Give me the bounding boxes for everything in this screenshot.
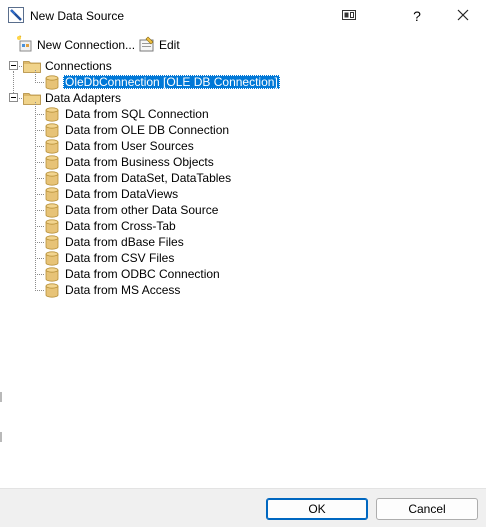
tree-child-node[interactable]: Data from DataViews	[1, 186, 481, 202]
tree-connector	[35, 178, 44, 179]
tree-connector	[35, 290, 44, 291]
tree-connector	[35, 258, 44, 259]
tree-connector	[35, 130, 44, 131]
cancel-button[interactable]: Cancel	[376, 498, 478, 520]
restore-window-icon	[342, 9, 356, 23]
tree-connector	[19, 66, 22, 67]
edge-mark	[0, 432, 2, 442]
new-connection-icon	[16, 35, 34, 56]
tree-node-label: Connections	[45, 59, 112, 73]
tree-connector	[35, 226, 44, 227]
tree-child-node[interactable]: OleDbConnection [OLE DB Connection]	[1, 74, 481, 90]
tree-connector	[35, 210, 44, 211]
dialog-footer: OK Cancel	[0, 489, 486, 527]
data-source-tree-panel: Connections OleDbConnection [OLE DB Conne…	[1, 56, 485, 488]
tree-node-label: Data from other Data Source	[65, 203, 219, 217]
tree-node[interactable]: Connections	[1, 58, 481, 74]
tree-node-label: Data from MS Access	[65, 283, 181, 297]
edit-button[interactable]: Edit	[138, 35, 180, 55]
tree-child-node[interactable]: Data from OLE DB Connection	[1, 122, 481, 138]
tree-node-label: Data from OLE DB Connection	[65, 123, 230, 137]
help-label: ?	[413, 8, 421, 24]
tree-child-node[interactable]: Data from User Sources	[1, 138, 481, 154]
tree-node-label: Data from ODBC Connection	[65, 267, 220, 281]
tree-child-node[interactable]: Data from MS Access	[1, 282, 481, 298]
tree-connector	[35, 82, 44, 83]
tree-child-node[interactable]: Data from Cross-Tab	[1, 218, 481, 234]
new-connection-button[interactable]: New Connection...	[16, 35, 135, 55]
tree-connector	[13, 71, 14, 93]
tree-node[interactable]: Data Adapters	[1, 90, 481, 106]
new-connection-label: New Connection...	[37, 38, 136, 52]
tree-child-node[interactable]: Data from dBase Files	[1, 234, 481, 250]
tree-connector	[35, 162, 44, 163]
window-title: New Data Source	[30, 9, 125, 23]
tree-connector	[35, 70, 36, 83]
collapse-toggle[interactable]	[9, 93, 18, 102]
tree-node-label: Data from dBase Files	[65, 235, 184, 249]
tree-connector	[35, 194, 44, 195]
data-source-tree: Connections OleDbConnection [OLE DB Conne…	[1, 56, 485, 488]
tree-child-node[interactable]: Data from Business Objects	[1, 154, 481, 170]
tree-connector	[35, 102, 36, 291]
restore-window-button[interactable]	[326, 0, 372, 32]
tree-child-node[interactable]: Data from CSV Files	[1, 250, 481, 266]
help-button[interactable]: ?	[394, 0, 440, 32]
tree-connector	[35, 146, 44, 147]
database-icon	[45, 283, 59, 301]
tree-connector	[35, 274, 44, 275]
tree-connector	[35, 114, 44, 115]
report-designer-icon	[8, 7, 24, 23]
tree-node-label: Data from CSV Files	[65, 251, 175, 265]
tree-node-label: OleDbConnection [OLE DB Connection]	[63, 75, 280, 89]
tree-connector	[19, 98, 22, 99]
tree-child-node[interactable]: Data from ODBC Connection	[1, 266, 481, 282]
tree-node-label: Data from SQL Connection	[65, 107, 209, 121]
close-icon	[457, 9, 469, 24]
tree-child-node[interactable]: Data from other Data Source	[1, 202, 481, 218]
tree-node-label: Data from Cross-Tab	[65, 219, 176, 233]
ok-button[interactable]: OK	[266, 498, 368, 520]
tree-node-label: Data from Business Objects	[65, 155, 214, 169]
tree-node-label: Data Adapters	[45, 91, 122, 105]
tree-child-node[interactable]: Data from DataSet, DataTables	[1, 170, 481, 186]
edge-mark	[0, 392, 2, 402]
tree-connector	[35, 242, 44, 243]
tree-child-node[interactable]: Data from SQL Connection	[1, 106, 481, 122]
edit-label: Edit	[159, 38, 180, 52]
tree-node-label: Data from DataViews	[65, 187, 179, 201]
collapse-toggle[interactable]	[9, 61, 18, 70]
close-button[interactable]	[440, 0, 486, 32]
title-bar: New Data Source ?	[0, 0, 486, 32]
tree-node-label: Data from User Sources	[65, 139, 194, 153]
tree-node-label: Data from DataSet, DataTables	[65, 171, 232, 185]
edit-icon	[138, 35, 156, 56]
toolbar: New Connection... Edit	[0, 33, 486, 57]
